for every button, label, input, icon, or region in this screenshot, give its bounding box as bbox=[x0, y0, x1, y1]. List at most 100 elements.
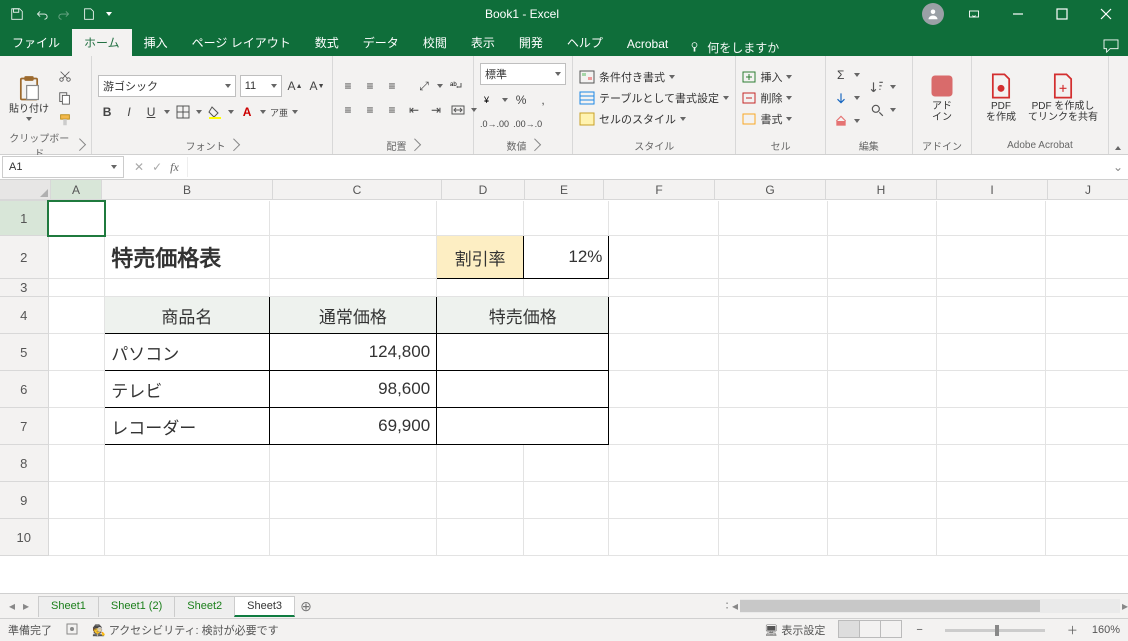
cell-I7[interactable] bbox=[936, 408, 1045, 445]
display-settings[interactable]: 🖥 表示設定 bbox=[764, 622, 825, 638]
cell-I10[interactable] bbox=[936, 519, 1045, 556]
cell-G2[interactable] bbox=[718, 236, 827, 279]
cell-B10[interactable] bbox=[105, 519, 269, 556]
cell-A6[interactable] bbox=[48, 371, 105, 408]
cell-A1[interactable] bbox=[48, 201, 105, 236]
cell-C2[interactable] bbox=[269, 236, 437, 279]
column-header-E[interactable]: E bbox=[525, 180, 604, 200]
row-header-6[interactable]: 6 bbox=[0, 371, 48, 408]
cell-F5[interactable] bbox=[609, 334, 718, 371]
italic-button[interactable]: I bbox=[120, 103, 138, 121]
expand-formula-bar-button[interactable]: ⌄ bbox=[1108, 160, 1128, 174]
column-header-F[interactable]: F bbox=[604, 180, 715, 200]
cell-I6[interactable] bbox=[936, 371, 1045, 408]
row-header-3[interactable]: 3 bbox=[0, 279, 48, 297]
cell-C3[interactable] bbox=[269, 279, 437, 297]
tab-developer[interactable]: 開発 bbox=[507, 29, 555, 56]
row-header-9[interactable]: 9 bbox=[0, 482, 48, 519]
fx-button[interactable]: fx bbox=[170, 160, 179, 175]
spreadsheet-grid[interactable]: 12特売価格表割引率12%34商品名通常価格特売価格5パソコン124,8006テ… bbox=[0, 200, 1128, 556]
tab-insert[interactable]: 挿入 bbox=[132, 29, 180, 56]
cell-B8[interactable] bbox=[105, 445, 269, 482]
cell-A7[interactable] bbox=[48, 408, 105, 445]
user-avatar[interactable] bbox=[922, 3, 944, 25]
cell-C6[interactable]: 98,600 bbox=[269, 371, 437, 408]
column-header-A[interactable]: A bbox=[51, 180, 102, 200]
cell-G5[interactable] bbox=[718, 334, 827, 371]
cell-J2[interactable] bbox=[1045, 236, 1128, 279]
column-header-H[interactable]: H bbox=[826, 180, 937, 200]
cell-C8[interactable] bbox=[269, 445, 437, 482]
tab-file[interactable]: ファイル bbox=[0, 29, 72, 56]
cell-J10[interactable] bbox=[1045, 519, 1128, 556]
tab-view[interactable]: 表示 bbox=[459, 29, 507, 56]
comments-button[interactable] bbox=[1094, 39, 1128, 56]
sheet-tab-Sheet2[interactable]: Sheet2 bbox=[174, 596, 235, 617]
zoom-in-button[interactable]: ＋ bbox=[1067, 622, 1078, 638]
align-left-button[interactable]: ≡ bbox=[339, 101, 357, 119]
decrease-font-button[interactable]: A▼ bbox=[308, 77, 326, 95]
cell-E9[interactable] bbox=[523, 482, 608, 519]
horizontal-scrollbar[interactable] bbox=[740, 599, 1120, 613]
cell-A2[interactable] bbox=[48, 236, 105, 279]
cell-C1[interactable] bbox=[269, 201, 437, 236]
fill-color-button[interactable] bbox=[206, 103, 224, 121]
cell-G3[interactable] bbox=[718, 279, 827, 297]
cell-B9[interactable] bbox=[105, 482, 269, 519]
maximize-button[interactable] bbox=[1040, 0, 1084, 28]
decrease-decimal-button[interactable]: .00→.0 bbox=[513, 115, 542, 133]
column-header-B[interactable]: B bbox=[102, 180, 273, 200]
zoom-level[interactable]: 160% bbox=[1092, 624, 1120, 636]
cell-H9[interactable] bbox=[827, 482, 936, 519]
clear-button[interactable] bbox=[832, 112, 850, 130]
cell-E3[interactable] bbox=[523, 279, 608, 297]
cell-F7[interactable] bbox=[609, 408, 718, 445]
create-share-pdf-button[interactable]: PDF を作成し てリンクを共有 bbox=[1024, 73, 1102, 123]
undo-icon[interactable] bbox=[34, 7, 48, 21]
cell-I8[interactable] bbox=[936, 445, 1045, 482]
sort-filter-button[interactable] bbox=[868, 78, 886, 96]
underline-button[interactable]: U bbox=[142, 103, 160, 121]
cell-D1[interactable] bbox=[437, 201, 524, 236]
column-header-J[interactable]: J bbox=[1048, 180, 1128, 200]
cell-G1[interactable] bbox=[718, 201, 827, 236]
cell-B5[interactable]: パソコン bbox=[105, 334, 269, 371]
column-header-G[interactable]: G bbox=[715, 180, 826, 200]
cell-B4[interactable]: 商品名 bbox=[105, 297, 269, 334]
cell-J9[interactable] bbox=[1045, 482, 1128, 519]
cell-styles-button[interactable]: セルのスタイル bbox=[579, 111, 729, 127]
row-header-7[interactable]: 7 bbox=[0, 408, 48, 445]
tab-nav-next[interactable]: ▸ bbox=[20, 599, 32, 613]
comma-format-button[interactable]: , bbox=[534, 91, 552, 109]
zoom-out-button[interactable]: − bbox=[916, 624, 922, 636]
cell-G4[interactable] bbox=[718, 297, 827, 334]
align-bottom-button[interactable]: ≡ bbox=[383, 77, 401, 95]
row-header-10[interactable]: 10 bbox=[0, 519, 48, 556]
tell-me-search[interactable]: 何をしますか bbox=[688, 39, 779, 56]
cell-E10[interactable] bbox=[523, 519, 608, 556]
cell-I2[interactable] bbox=[936, 236, 1045, 279]
ribbon-options-button[interactable] bbox=[952, 0, 996, 28]
dialog-launcher-icon[interactable] bbox=[74, 138, 86, 150]
cell-D6[interactable] bbox=[437, 371, 609, 408]
increase-indent-button[interactable]: ⇥ bbox=[427, 101, 445, 119]
cell-I4[interactable] bbox=[936, 297, 1045, 334]
cell-H5[interactable] bbox=[827, 334, 936, 371]
cell-B3[interactable] bbox=[105, 279, 269, 297]
increase-decimal-button[interactable]: .0→.00 bbox=[480, 115, 509, 133]
cell-G7[interactable] bbox=[718, 408, 827, 445]
format-as-table-button[interactable]: テーブルとして書式設定 bbox=[579, 90, 729, 106]
format-cells-button[interactable]: 書式 bbox=[742, 111, 792, 127]
cell-H7[interactable] bbox=[827, 408, 936, 445]
cut-button[interactable] bbox=[56, 67, 74, 85]
cancel-formula-button[interactable]: ✕ bbox=[134, 160, 144, 174]
tab-data[interactable]: データ bbox=[351, 29, 411, 56]
wrap-text-button[interactable]: ab bbox=[447, 77, 465, 95]
format-painter-button[interactable] bbox=[56, 111, 74, 129]
cell-D7[interactable] bbox=[437, 408, 609, 445]
cell-F10[interactable] bbox=[609, 519, 718, 556]
tab-help[interactable]: ヘルプ bbox=[555, 29, 615, 56]
row-header-4[interactable]: 4 bbox=[0, 297, 48, 334]
cell-H2[interactable] bbox=[827, 236, 936, 279]
copy-button[interactable] bbox=[56, 89, 74, 107]
